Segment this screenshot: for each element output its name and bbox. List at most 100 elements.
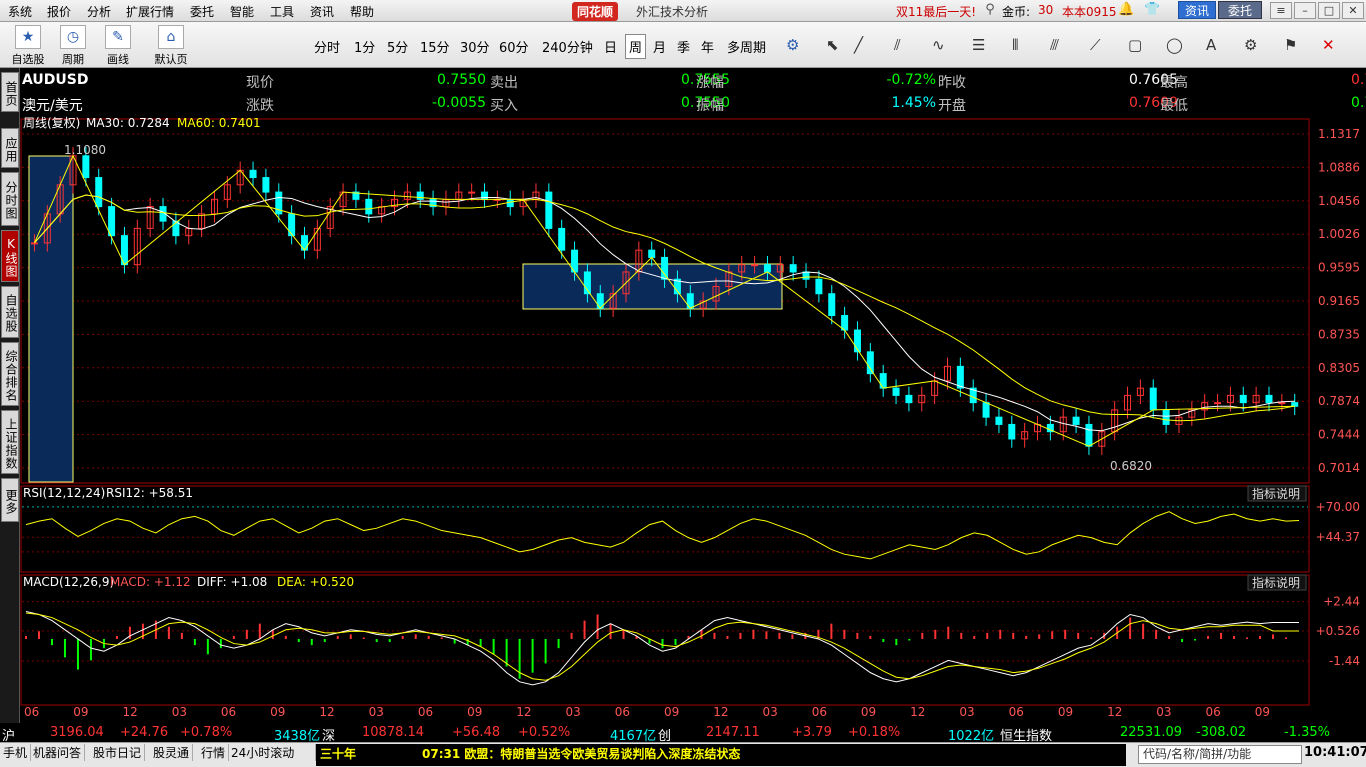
tab-kline[interactable]: K线图 — [1, 230, 19, 282]
menu-info[interactable]: 资讯 — [310, 3, 334, 20]
status-item: 22531.09 — [1120, 725, 1183, 740]
app-title: 外汇技术分析 — [636, 5, 709, 19]
period-button[interactable]: ◷ 周期 — [54, 25, 92, 67]
clock: 10:41:07 — [1304, 745, 1366, 760]
period-week[interactable]: 周 — [625, 34, 647, 59]
candle — [828, 293, 836, 317]
ma30-label: MA30: 0.7284 — [86, 116, 170, 130]
news-ticker[interactable]: 07:31 欧盟：特朗普当选令欧美贸易谈判陷入深度冻结状态 — [418, 744, 1126, 766]
kline-chart[interactable]: 1.1317 1.0886 1.0456 1.0026 0.9595 0.9165 0.87… — [20, 116, 1366, 742]
symbol-name: 澳元/美元 — [22, 98, 83, 114]
news-button[interactable]: 资讯 — [1178, 1, 1216, 19]
status-item: +56.48 — [452, 725, 501, 740]
minimize-icon[interactable]: – — [1294, 2, 1316, 19]
period-240min[interactable]: 240分钟 — [542, 37, 593, 56]
period-5min[interactable]: 5分 — [387, 37, 408, 56]
period-15min[interactable]: 15分 — [420, 37, 450, 56]
bottom-tab-24h[interactable]: 24小时滚动 — [228, 744, 316, 761]
toolbar: ★ 自选股 ◷ 周期 ✎ 画线 ⌂ 默认页 分时 1分 5分 15分 30分 60分 2… — [0, 22, 1366, 68]
period-multi[interactable]: 多周期 — [727, 37, 766, 56]
search-input[interactable]: 代码/名称/简拼/功能 — [1138, 745, 1302, 764]
settings-tool-icon[interactable]: ⚙ — [1244, 36, 1257, 54]
quote-label: 最高 — [1160, 75, 1188, 91]
draw-line-button[interactable]: ✎ 画线 — [98, 25, 138, 67]
tab-watchlist[interactable]: 自选股 — [1, 286, 19, 338]
cursor-icon[interactable]: ⬉ — [826, 36, 839, 54]
star-icon: ★ — [15, 25, 41, 49]
menu-trade[interactable]: 委托 — [190, 3, 214, 20]
shirt-icon[interactable]: 👕 — [1144, 2, 1160, 18]
period-day[interactable]: 日 — [604, 37, 617, 56]
period-month[interactable]: 月 — [653, 37, 666, 56]
candle — [956, 365, 964, 389]
period-30min[interactable]: 30分 — [460, 37, 490, 56]
fib-tool-icon[interactable]: ☰ — [972, 36, 985, 54]
tab-ranking[interactable]: 综合排名 — [1, 342, 19, 406]
default-page-button[interactable]: ⌂ 默认页 — [148, 25, 194, 67]
candle — [1239, 394, 1247, 404]
trade-button[interactable]: 委托 — [1218, 1, 1262, 19]
tab-more[interactable]: 更多 — [1, 478, 19, 522]
candle — [751, 264, 759, 267]
gear-icon[interactable]: ⚙ — [786, 36, 799, 54]
macd-tick: -1.44 — [1329, 654, 1360, 668]
symbol-code: AUDUSD — [22, 72, 89, 88]
search-icon[interactable]: ⚲ — [982, 2, 998, 18]
text-tool-icon[interactable]: A — [1206, 36, 1216, 54]
quote-label: 涨幅 — [696, 75, 724, 91]
bell-icon[interactable]: 🔔 — [1118, 2, 1134, 18]
maximize-icon[interactable]: □ — [1318, 2, 1340, 19]
period-tick[interactable]: 分时 — [314, 37, 340, 56]
status-item: +0.18% — [848, 725, 901, 740]
menu-smart[interactable]: 智能 — [230, 3, 254, 20]
ellipse-tool-icon[interactable]: ◯ — [1166, 36, 1183, 54]
bottom-tab-qa[interactable]: 机器问答 — [30, 744, 86, 761]
tab-apps[interactable]: 应用 — [1, 128, 19, 168]
x-tick-label: 12 — [713, 705, 728, 719]
menu-tools[interactable]: 工具 — [270, 3, 294, 20]
draw-label: 画线 — [107, 53, 129, 66]
period-60min[interactable]: 60分 — [499, 37, 529, 56]
rectangle-tool-icon[interactable]: ▢ — [1128, 36, 1142, 54]
delete-tool-icon[interactable]: ✕ — [1322, 36, 1335, 54]
period-1min[interactable]: 1分 — [354, 37, 375, 56]
candle — [95, 177, 103, 208]
menu-quote[interactable]: 报价 — [47, 3, 71, 20]
tab-timeshare[interactable]: 分时图 — [1, 172, 19, 226]
y-tick-label: 0.7874 — [1318, 394, 1360, 408]
candle — [789, 264, 797, 273]
ma60-label: MA60: 0.7401 — [177, 116, 261, 130]
line-tool-icon[interactable]: ╱ — [854, 36, 863, 54]
rsi-title: RSI(12,12,24) — [23, 486, 105, 500]
quote-label: 昨收 — [938, 75, 966, 91]
gann-tool-icon[interactable]: ⦀ — [1012, 36, 1019, 54]
angle-tool-icon[interactable]: ⟋ — [1090, 36, 1101, 54]
menu-help[interactable]: 帮助 — [350, 3, 374, 20]
close-icon[interactable]: ✕ — [1342, 2, 1364, 19]
y-tick-label: 1.0886 — [1318, 160, 1360, 174]
tab-home[interactable]: 首页 — [1, 72, 19, 112]
bookmark-tool-icon[interactable]: ⚑ — [1284, 36, 1297, 54]
tab-shanghai-index[interactable]: 上证指数 — [1, 410, 19, 474]
candle — [365, 198, 373, 215]
watchlist-button[interactable]: ★ 自选股 — [6, 25, 50, 67]
parallel-tool-icon[interactable]: ⫽ — [894, 36, 901, 54]
menu-analysis[interactable]: 分析 — [87, 3, 111, 20]
bottom-tab-diary[interactable]: 股市日记 — [90, 744, 146, 761]
period-year[interactable]: 年 — [701, 37, 714, 56]
account-name[interactable]: 本本0915 — [1062, 3, 1117, 20]
channel-tool-icon[interactable]: ⫻ — [1050, 36, 1059, 54]
menu-system[interactable]: 系统 — [8, 3, 32, 20]
quote-value: 0.7519 — [1351, 95, 1366, 111]
bottom-tab-mobile[interactable]: 手机 — [0, 744, 32, 761]
bottom-tab-gulingtong[interactable]: 股灵通 — [150, 744, 194, 761]
period-quarter[interactable]: 季 — [677, 37, 690, 56]
x-tick-label: 06 — [24, 705, 39, 719]
menu-icon[interactable]: ≡ — [1270, 2, 1292, 19]
wave-tool-icon[interactable]: ∿ — [932, 36, 945, 54]
watchlist-label: 自选股 — [11, 53, 45, 66]
menu-extended[interactable]: 扩展行情 — [126, 3, 174, 20]
promo-link[interactable]: 双11最后一天! — [896, 3, 976, 20]
dea-value: DEA: +0.520 — [277, 575, 354, 589]
bottom-tab-market[interactable]: 行情 — [198, 744, 230, 761]
